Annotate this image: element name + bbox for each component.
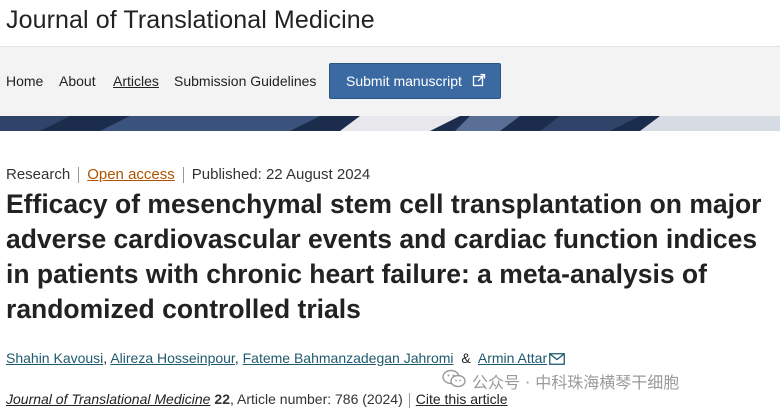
author-link[interactable]: Shahin Kavousi — [6, 350, 103, 366]
article-meta: Research Open access Published: 22 August … — [6, 166, 371, 184]
nav-home[interactable]: Home — [6, 73, 43, 89]
journal-title[interactable]: Journal of Translational Medicine — [6, 6, 375, 35]
watermark: 公众号 · 中科珠海横琴干细胞 — [442, 367, 679, 395]
main-nav: Home About Articles Submission Guideline… — [0, 46, 780, 117]
nav-articles[interactable]: Articles — [113, 73, 159, 89]
watermark-text: 公众号 · 中科珠海横琴干细胞 — [472, 373, 680, 392]
submit-manuscript-label: Submit manuscript — [346, 73, 462, 89]
published-date: Published: 22 August 2024 — [191, 166, 371, 183]
author-link[interactable]: Fateme Bahmanzadegan Jahromi — [243, 350, 454, 366]
author-link[interactable]: Armin Attar — [478, 350, 547, 366]
wechat-icon — [442, 369, 466, 393]
nav-about[interactable]: About — [59, 73, 96, 89]
decorative-banner — [0, 116, 780, 131]
citation-article-number: , Article number: 786 (2024) — [229, 391, 403, 407]
citation-journal-link[interactable]: Journal of Translational Medicine — [6, 391, 210, 407]
open-access-link[interactable]: Open access — [87, 166, 175, 183]
author-link[interactable]: Alireza Hosseinpour — [110, 350, 235, 366]
nav-submission-guidelines[interactable]: Submission Guidelines — [174, 73, 316, 89]
citation-volume: 22 — [214, 391, 230, 407]
citation-line: Journal of Translational Medicine 22, Art… — [6, 391, 508, 408]
author-list: Shahin Kavousi, Alireza Hosseinpour, Fat… — [6, 350, 566, 368]
mail-icon[interactable] — [549, 352, 566, 368]
author-separator: & — [461, 350, 471, 366]
external-link-icon — [472, 65, 486, 99]
article-title: Efficacy of mesenchymal stem cell transp… — [6, 189, 762, 324]
submit-manuscript-button[interactable]: Submit manuscript — [329, 63, 501, 99]
article-type: Research — [6, 166, 71, 183]
